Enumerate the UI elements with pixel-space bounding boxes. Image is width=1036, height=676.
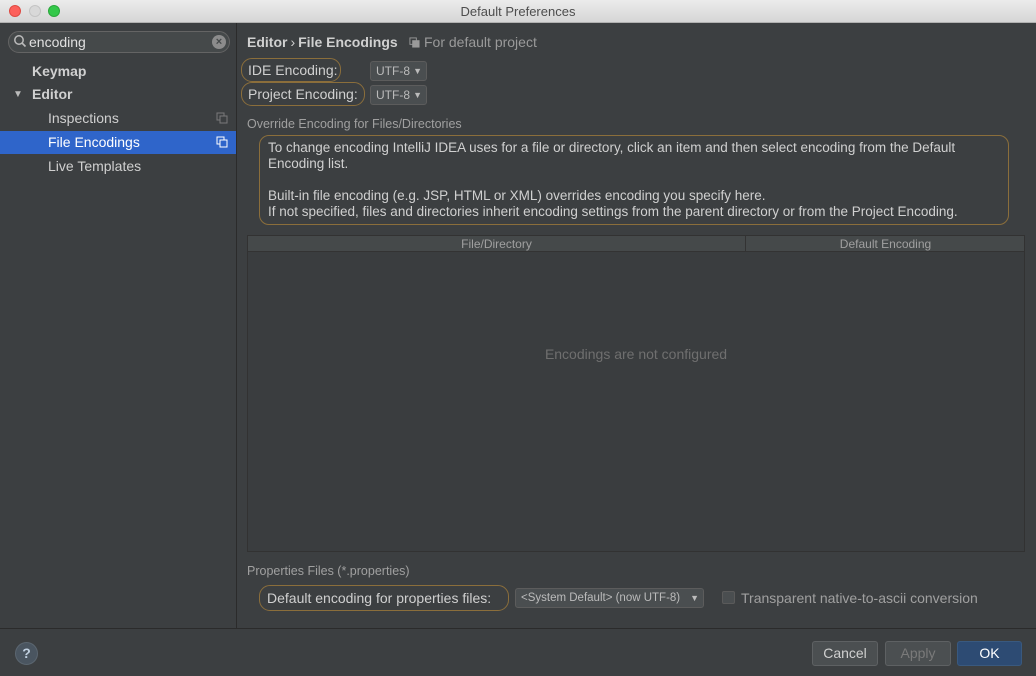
tree-item-inspections[interactable]: Inspections — [0, 107, 236, 130]
ide-encoding-value: UTF-8 — [376, 64, 410, 78]
tree-item-label: Live Templates — [48, 158, 142, 174]
info-text: If not specified, files and directories … — [268, 204, 958, 219]
override-info-box: To change encoding IntelliJ IDEA uses fo… — [259, 135, 1009, 225]
breadcrumb-separator: › — [290, 34, 296, 50]
tree-item-live-templates[interactable]: Live Templates — [0, 155, 236, 178]
clear-search-icon[interactable]: × — [212, 35, 226, 49]
transparent-ascii-label[interactable]: Transparent native-to-ascii conversion — [741, 590, 978, 606]
ide-encoding-label-text: IDE Encoding: — [248, 62, 338, 78]
scope-text: For default project — [424, 34, 537, 50]
info-text: To change encoding IntelliJ IDEA uses fo… — [268, 140, 956, 171]
tree-item-label: Inspections — [48, 110, 119, 126]
project-copy-icon — [216, 136, 228, 148]
ide-encoding-label: IDE Encoding: — [241, 58, 341, 82]
transparent-ascii-checkbox[interactable] — [722, 591, 735, 604]
title-bar: Default Preferences — [0, 0, 1036, 23]
tree-item-label: Keymap — [32, 63, 87, 79]
project-copy-icon — [216, 112, 228, 124]
chevron-down-icon: ▼ — [690, 593, 699, 603]
breadcrumb-item: File Encodings — [298, 34, 398, 50]
tree-item-file-encodings[interactable]: File Encodings — [0, 131, 236, 154]
project-encoding-label-text: Project Encoding: — [248, 86, 358, 102]
breadcrumb: Editor › File Encodings — [247, 34, 398, 50]
apply-button[interactable]: Apply — [885, 641, 951, 666]
chevron-down-icon: ▼ — [413, 66, 422, 76]
settings-sidebar: × Keymap ▼ Editor Inspections File Encod… — [0, 23, 237, 628]
chevron-down-icon: ▼ — [413, 90, 422, 100]
cancel-button[interactable]: Cancel — [812, 641, 878, 666]
info-text: Built-in file encoding (e.g. JSP, HTML o… — [268, 188, 766, 203]
tree-item-editor[interactable]: ▼ Editor — [0, 83, 236, 106]
column-header-default-encoding[interactable]: Default Encoding — [747, 236, 1024, 252]
tree-item-keymap[interactable]: Keymap — [0, 60, 236, 83]
dialog-footer: ? Cancel Apply OK — [0, 628, 1036, 676]
table-header: File/Directory Default Encoding — [248, 236, 1024, 252]
breadcrumb-item: Editor — [247, 34, 288, 50]
tree-item-label: Editor — [32, 86, 73, 102]
encodings-table[interactable]: File/Directory Default Encoding Encoding… — [247, 235, 1025, 552]
override-section-title: Override Encoding for Files/Directories — [247, 117, 462, 131]
settings-content: Editor › File Encodings For default projec… — [238, 23, 1036, 628]
properties-default-encoding-label-text: Default encoding for properties files: — [267, 590, 492, 606]
ok-button[interactable]: OK — [957, 641, 1022, 666]
project-encoding-select[interactable]: UTF-8 ▼ — [370, 85, 427, 105]
scope-label: For default project — [409, 34, 537, 50]
window-title: Default Preferences — [460, 4, 576, 19]
column-header-file-directory[interactable]: File/Directory — [248, 236, 746, 252]
properties-encoding-select[interactable]: <System Default> (now UTF-8) ▼ — [515, 588, 704, 608]
table-empty-text: Encodings are not configured — [544, 346, 728, 362]
properties-encoding-value: <System Default> (now UTF-8) — [521, 592, 681, 604]
ide-encoding-select[interactable]: UTF-8 ▼ — [370, 61, 427, 81]
settings-search-box[interactable]: × — [8, 31, 230, 53]
properties-default-encoding-label: Default encoding for properties files: — [259, 585, 509, 611]
properties-section-title: Properties Files (*.properties) — [247, 564, 410, 578]
project-copy-icon — [409, 37, 420, 48]
help-button[interactable]: ? — [15, 642, 38, 665]
settings-search-input[interactable] — [29, 33, 209, 51]
expand-arrow-icon[interactable]: ▼ — [13, 83, 23, 106]
project-encoding-value: UTF-8 — [376, 88, 410, 102]
search-icon — [14, 35, 27, 48]
project-encoding-label: Project Encoding: — [241, 82, 365, 106]
tree-item-label: File Encodings — [48, 134, 140, 150]
